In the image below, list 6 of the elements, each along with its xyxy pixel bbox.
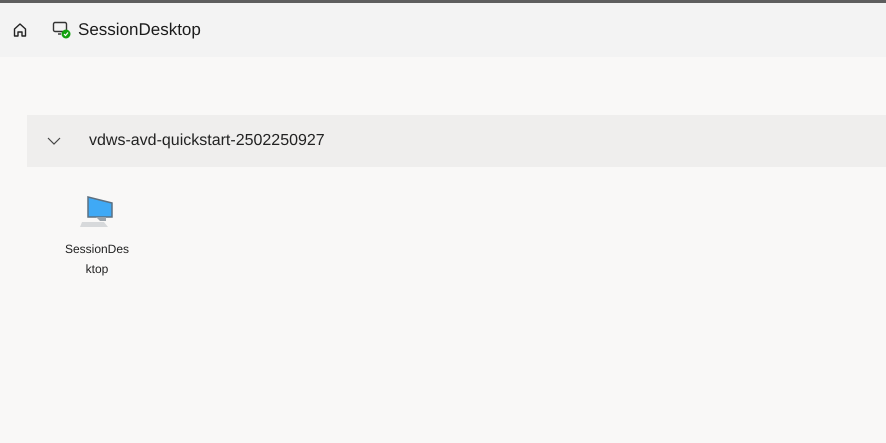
home-icon — [12, 22, 28, 38]
home-button[interactable] — [12, 22, 28, 38]
computer-icon — [78, 195, 116, 229]
page-title: SessionDesktop — [78, 20, 201, 40]
desktop-tile[interactable]: SessionDesktop — [57, 195, 137, 279]
workspace-header[interactable]: vdws-avd-quickstart-2502250927 — [27, 115, 886, 167]
